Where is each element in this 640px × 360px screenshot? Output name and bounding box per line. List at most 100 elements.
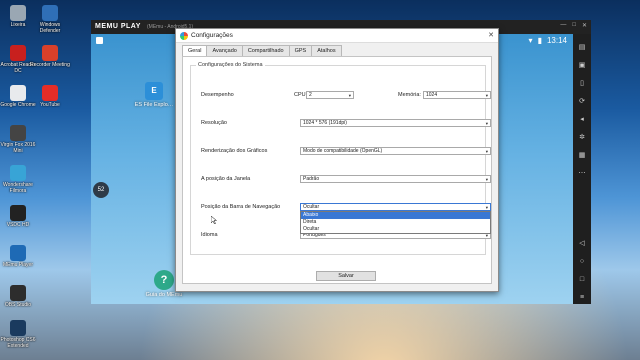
memu-icon: [10, 245, 26, 261]
chevron-down-icon: ▾: [485, 205, 488, 210]
performance-label: Desempenho: [201, 92, 234, 98]
photoshop-icon: [10, 320, 26, 336]
battery-icon: ▮: [537, 36, 542, 45]
rendering-select[interactable]: Modo de compatibilidade (OpenGL) ▾: [300, 147, 491, 155]
wifi-icon: ▾: [528, 36, 533, 45]
back-icon[interactable]: ◁: [578, 240, 586, 248]
nav-bar-dropdown-list: Abaixo Direta Ocultar: [300, 211, 491, 234]
desktop-shortcut-label: MEmu Player: [2, 262, 33, 268]
tab-panel-geral: Configurações do Sistema Desempenho CPU:…: [182, 56, 492, 284]
chrome-icon: [10, 85, 26, 101]
desktop-shortcut[interactable]: Windows Defender: [30, 5, 70, 34]
screenshot-icon[interactable]: ▣: [578, 62, 586, 70]
tab-compartilhado[interactable]: Compartilhado: [241, 45, 290, 56]
chevron-down-icon: ▾: [485, 121, 488, 126]
acrobat-icon: [10, 45, 26, 61]
recent-apps-icon[interactable]: □: [578, 276, 586, 284]
dropdown-option-abaixo[interactable]: Abaixo: [301, 212, 490, 219]
dropdown-option-ocultar[interactable]: Ocultar: [301, 226, 490, 233]
desktop-shortcut-label: Wondershare Filmora: [3, 182, 33, 194]
filmora-icon: [10, 165, 26, 181]
desktop-shortcut-label: Windows Defender: [39, 22, 61, 34]
desktop-shortcut-label: Recorder Meeting: [30, 62, 70, 68]
desktop-shortcut-label: Photoshop CS6 Extended: [0, 337, 36, 349]
desktop-shortcut[interactable]: VSDC HD: [0, 205, 38, 228]
recorder-icon: [42, 45, 58, 61]
app-label: ES File Explo…: [134, 102, 174, 108]
chevron-down-icon: ▾: [485, 149, 488, 154]
vsdc-icon: [10, 205, 26, 221]
minimize-button[interactable]: —: [560, 22, 566, 29]
resolution-value: 1024 * 576 (191dpi): [303, 120, 347, 126]
resolution-select[interactable]: 1024 * 576 (191dpi) ▾: [300, 119, 491, 127]
window-position-select[interactable]: Padrão ▾: [300, 175, 491, 183]
close-button[interactable]: ✕: [582, 22, 587, 29]
tab-avancado[interactable]: Avançado: [206, 45, 243, 56]
status-time: 13:14: [546, 36, 567, 45]
system-settings-group: Configurações do Sistema Desempenho CPU:…: [190, 62, 491, 255]
notification-icon: [96, 37, 103, 44]
chevron-down-icon: ▾: [485, 177, 488, 182]
dropdown-option-direta[interactable]: Direta: [301, 219, 490, 226]
settings-tabs: Geral Avançado Compartilhado GPS Atalhos: [182, 45, 342, 57]
desktop-shortcut-label: OBS Studio: [4, 302, 32, 308]
app-es-file-explorer[interactable]: E ES File Explo…: [129, 82, 179, 108]
app-icon: [10, 125, 26, 141]
dialog-close-button[interactable]: ✕: [488, 31, 494, 39]
counter-badge: 52: [93, 182, 109, 198]
maximize-button[interactable]: □: [572, 22, 576, 29]
nav-bar-position-label: Posição da Barra de Navegação: [201, 204, 281, 210]
nav-bar-position-value: Ocultar: [303, 204, 320, 210]
defender-icon: [42, 5, 58, 21]
memory-select[interactable]: 1024 ▾: [423, 91, 491, 99]
memory-label: Memória:: [398, 92, 421, 98]
app-label: Guia do MEmu: [145, 292, 183, 298]
rotate-icon[interactable]: ⟳: [578, 98, 586, 106]
desktop-shortcut[interactable]: Photoshop CS6 Extended: [0, 320, 38, 349]
settings-icon[interactable]: ✲: [578, 134, 586, 142]
shake-icon[interactable]: ▯: [578, 80, 586, 88]
chevron-down-icon: ▾: [348, 93, 351, 98]
side-toolbar: ▤ ▣ ▯ ⟳ ◂ ✲ ▦ ⋯ ◁ ○ □ ≡: [573, 34, 591, 304]
desktop-shortcut[interactable]: YouTube: [30, 85, 70, 108]
desktop-shortcut[interactable]: MEmu Player: [0, 245, 38, 268]
home-icon[interactable]: ○: [578, 258, 586, 266]
chevron-down-icon: ▾: [485, 93, 488, 98]
desktop-shortcut-label: Virgin Fox 2016 Mini: [0, 142, 36, 154]
tab-gps[interactable]: GPS: [288, 45, 313, 56]
mouse-cursor-icon: [211, 216, 217, 224]
group-title: Configurações do Sistema: [196, 62, 265, 68]
memu-logo: MEMU PLAY: [95, 23, 141, 30]
save-button[interactable]: Salvar: [316, 271, 376, 281]
apk-icon[interactable]: ▦: [578, 152, 586, 160]
memu-app-icon: [180, 32, 188, 40]
es-file-explorer-icon: E: [145, 82, 163, 100]
rendering-label: Renderização dos Gráficos: [201, 148, 268, 154]
desktop-shortcut[interactable]: Wondershare Filmora: [0, 165, 38, 194]
desktop-shortcut[interactable]: Virgin Fox 2016 Mini: [0, 125, 38, 154]
resolution-label: Resolução: [201, 120, 227, 126]
more-icon[interactable]: ⋯: [578, 170, 586, 178]
memory-value: 1024: [426, 92, 438, 98]
tab-atalhos[interactable]: Atalhos: [311, 45, 342, 56]
nav-bar-position-select[interactable]: Ocultar ▾: [300, 203, 491, 211]
obs-icon: [10, 285, 26, 301]
cpu-select[interactable]: 2 ▾: [306, 91, 354, 99]
window-position-value: Padrão: [303, 176, 320, 182]
dialog-title-bar: Configurações ✕: [176, 29, 498, 43]
help-icon: ?: [154, 270, 174, 290]
rendering-value: Modo de compatibilidade (OpenGL): [303, 148, 383, 154]
dialog-title: Configurações: [191, 32, 233, 39]
recycle-bin-icon: [10, 5, 26, 21]
youtube-icon: [42, 85, 58, 101]
desktop-shortcut[interactable]: OBS Studio: [0, 285, 38, 308]
keyboard-icon[interactable]: ▤: [578, 44, 586, 52]
settings-dialog: Configurações ✕ Geral Avançado Compartil…: [175, 28, 499, 292]
desktop-shortcut-label: YouTube: [40, 102, 60, 108]
window-position-label: A posição da Janela: [201, 176, 251, 182]
cpu-value: 2: [309, 92, 312, 98]
menu-icon[interactable]: ≡: [578, 294, 586, 302]
volume-icon[interactable]: ◂: [578, 116, 586, 124]
desktop-shortcut[interactable]: Recorder Meeting: [30, 45, 70, 68]
desktop-shortcut-label: VSDC HD: [6, 222, 30, 228]
